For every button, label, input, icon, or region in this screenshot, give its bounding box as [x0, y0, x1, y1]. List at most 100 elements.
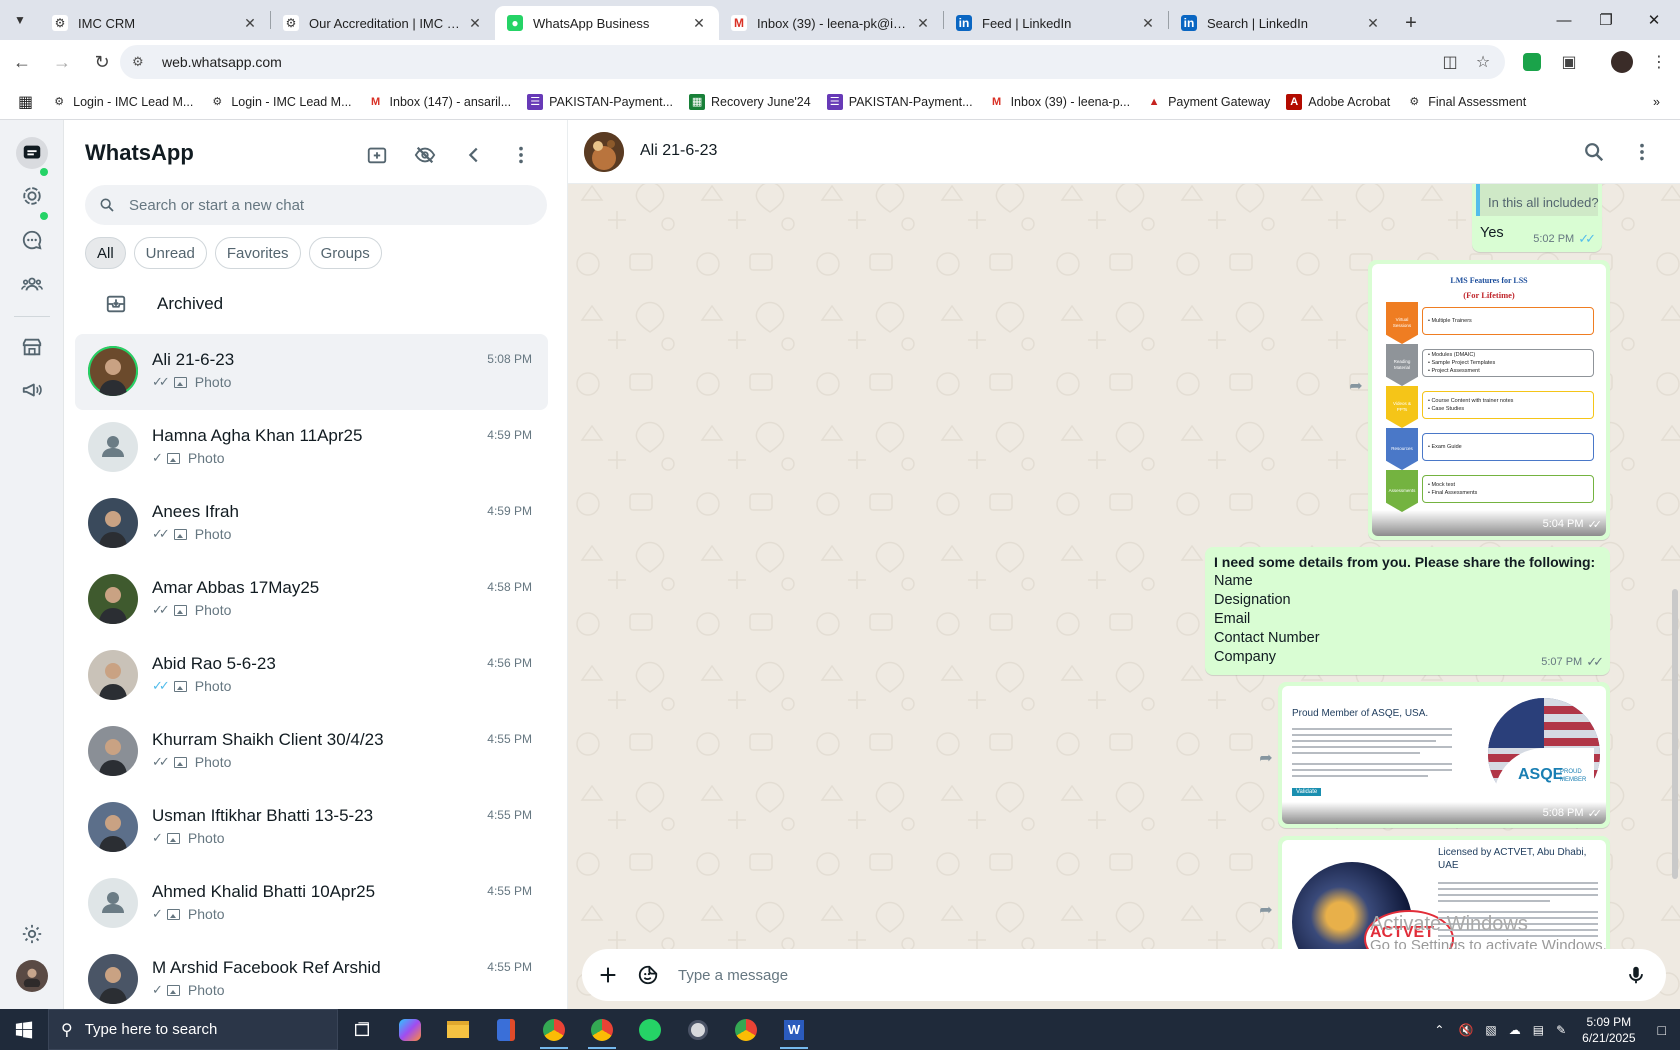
app-pinned-icon[interactable] [674, 1009, 722, 1050]
contact-name[interactable]: Ali 21-6-23 [640, 142, 717, 160]
close-tab-icon[interactable]: ✕ [691, 15, 707, 32]
lms-features-image[interactable]: LMS Features for LSS (For Lifetime) Virt… [1372, 264, 1606, 536]
bookmark-item[interactable]: M Inbox (147) - ansaril... [360, 88, 520, 116]
app-pinned-icon[interactable] [482, 1009, 530, 1050]
archived-row[interactable]: Archived [85, 282, 547, 326]
conversation-menu-icon[interactable] [1626, 136, 1658, 168]
bookmark-star-icon[interactable]: ☆ [1469, 48, 1497, 76]
profile-avatar[interactable] [1608, 48, 1636, 76]
filter-chip-favorites[interactable]: Favorites [214, 237, 301, 269]
browser-tab[interactable]: ● WhatsApp Business ✕ [495, 6, 719, 40]
network-icon[interactable]: ▤ [1533, 1023, 1544, 1037]
attach-plus-icon[interactable] [588, 955, 628, 995]
message-yes[interactable]: Yes 5:02 PM ✓✓ [1472, 216, 1602, 252]
browser-menu-icon[interactable]: ⋮ [1645, 48, 1673, 76]
message-input[interactable] [678, 966, 1616, 984]
search-input[interactable]: Search or start a new chat [85, 185, 547, 225]
chat-row[interactable]: Ahmed Khalid Bhatti 10Apr25 4:55 PM ✓ Photo [75, 866, 548, 942]
browser-tab[interactable]: ⚙ Our Accreditation | IMC Certific✕ [271, 6, 495, 40]
chrome-profile-icon[interactable] [578, 1009, 626, 1050]
browser-tab[interactable]: M Inbox (39) - leena-pk@imccerti✕ [719, 6, 943, 40]
chat-row[interactable]: Hamna Agha Khan 11Apr25 4:59 PM ✓ Photo [75, 410, 548, 486]
close-tab-icon[interactable]: ✕ [1140, 15, 1156, 32]
image-message-asqe[interactable]: Proud Member of ASQE, USA. Validate ASQE… [1278, 682, 1610, 828]
site-info-icon[interactable]: ⚙ [132, 54, 152, 70]
conversation-scrollbar[interactable] [1672, 184, 1678, 949]
menu-kebab-icon[interactable] [504, 138, 538, 172]
microphone-icon[interactable] [1616, 955, 1656, 995]
close-tab-icon[interactable]: ✕ [467, 15, 483, 32]
chat-row[interactable]: M Arshid Facebook Ref Arshid 4:55 PM ✓ Phot… [75, 942, 548, 1009]
bookmark-item[interactable]: ⚙ Login - IMC Lead M... [201, 88, 359, 116]
file-explorer-icon[interactable] [434, 1009, 482, 1050]
reload-button[interactable]: ↻ [84, 44, 120, 80]
bookmark-item[interactable]: ⚙ Final Assessment [1398, 88, 1534, 116]
status-icon[interactable] [16, 180, 48, 212]
copilot-icon[interactable] [386, 1009, 434, 1050]
bookmark-item[interactable]: A Adobe Acrobat [1278, 88, 1398, 116]
chat-row[interactable]: Amar Abbas 17May25 4:58 PM ✓✓ Photo [75, 562, 548, 638]
message-details-request[interactable]: I need some details from you. Please sha… [1205, 547, 1610, 675]
chrome-icon[interactable] [530, 1009, 578, 1050]
bookmark-item[interactable]: ⚙ Login - IMC Lead M... [43, 88, 201, 116]
catalog-store-icon[interactable] [16, 331, 48, 363]
chrome-icon[interactable] [722, 1009, 770, 1050]
close-tab-icon[interactable]: ✕ [1365, 15, 1381, 32]
bookmark-item[interactable]: ▦ Recovery June'24 [681, 88, 819, 116]
word-icon[interactable]: W [770, 1009, 818, 1050]
browser-tab[interactable]: ⚙ IMC CRM ✕ [40, 6, 270, 40]
chat-row[interactable]: Abid Rao 5-6-23 4:56 PM ✓✓ Photo [75, 638, 548, 714]
windows-start-icon[interactable] [0, 1009, 48, 1050]
task-view-icon[interactable] [338, 1009, 386, 1050]
image-message-lms[interactable]: LMS Features for LSS (For Lifetime) Virt… [1368, 260, 1610, 540]
bookmark-item[interactable]: ☰ PAKISTAN-Payment... [519, 88, 681, 116]
filter-chip-groups[interactable]: Groups [308, 237, 382, 269]
hide-eye-slash-icon[interactable] [408, 138, 442, 172]
chevron-left-icon[interactable] [457, 138, 491, 172]
tray-chevron-up-icon[interactable]: ⌃ [1434, 1023, 1444, 1037]
taskbar-search-box[interactable]: ⚲ Type here to search [48, 1009, 338, 1050]
forward-button[interactable]: → [44, 44, 80, 80]
volume-muted-icon[interactable]: 🔇 [1458, 1023, 1473, 1037]
forward-icon[interactable]: ➦ [1252, 744, 1280, 772]
bookmark-item[interactable]: ▲ Payment Gateway [1138, 88, 1278, 116]
chat-row[interactable]: Khurram Shaikh Client 30/4/23 4:55 PM ✓✓ Ph… [75, 714, 548, 790]
new-tab-button[interactable]: + [1393, 6, 1429, 40]
taskbar-clock[interactable]: 5:09 PM 6/21/2025 [1582, 1014, 1635, 1046]
close-tab-icon[interactable]: ✕ [242, 15, 258, 32]
extensions-puzzle-icon[interactable]: ▣ [1555, 48, 1583, 76]
forward-icon[interactable]: ➦ [1252, 896, 1280, 924]
bookmark-item[interactable]: ☰ PAKISTAN-Payment... [819, 88, 981, 116]
new-chat-icon[interactable] [360, 138, 394, 172]
my-profile-avatar[interactable] [16, 960, 48, 992]
address-bar[interactable]: ⚙ web.whatsapp.com [120, 45, 1505, 79]
settings-gear-icon[interactable] [16, 918, 48, 950]
install-app-icon[interactable]: ◫ [1436, 48, 1464, 76]
back-button[interactable]: ← [4, 44, 40, 80]
communities-icon[interactable] [16, 268, 48, 300]
device-icon[interactable]: ▧ [1485, 1023, 1496, 1037]
more-bookmarks-chevron-icon[interactable]: » [1645, 88, 1668, 116]
forward-icon[interactable]: ➦ [1342, 372, 1370, 400]
browser-tab[interactable]: in Search | LinkedIn ✕ [1169, 6, 1393, 40]
search-messages-icon[interactable] [1578, 136, 1610, 168]
apps-grid-icon[interactable]: ▦ [0, 88, 43, 116]
tab-search-chevron-icon[interactable]: ▼ [0, 0, 40, 40]
asqe-membership-image[interactable]: Proud Member of ASQE, USA. Validate ASQE… [1282, 686, 1606, 824]
close-tab-icon[interactable]: ✕ [915, 15, 931, 32]
whatsapp-taskbar-icon[interactable] [626, 1009, 674, 1050]
chat-row[interactable]: Usman Iftikhar Bhatti 13-5-23 4:55 PM ✓ Pho… [75, 790, 548, 866]
chat-row[interactable]: Ali 21-6-23 5:08 PM ✓✓ Photo [75, 334, 548, 410]
channels-icon[interactable] [16, 224, 48, 256]
filter-chip-all[interactable]: All [85, 237, 126, 269]
filter-chip-unread[interactable]: Unread [133, 237, 207, 269]
advertise-megaphone-icon[interactable] [16, 374, 48, 406]
notifications-icon[interactable]: □ [1658, 1022, 1666, 1038]
chats-icon[interactable] [16, 137, 48, 169]
chat-row[interactable]: Anees Ifrah 4:59 PM ✓✓ Photo [75, 486, 548, 562]
cloud-icon[interactable]: ☁ [1509, 1023, 1521, 1037]
conversation-header[interactable]: Ali 21-6-23 [568, 120, 1680, 184]
contact-avatar[interactable] [584, 132, 624, 172]
bookmark-item[interactable]: M Inbox (39) - leena-p... [981, 88, 1139, 116]
language-icon[interactable]: ✎ [1556, 1023, 1566, 1037]
